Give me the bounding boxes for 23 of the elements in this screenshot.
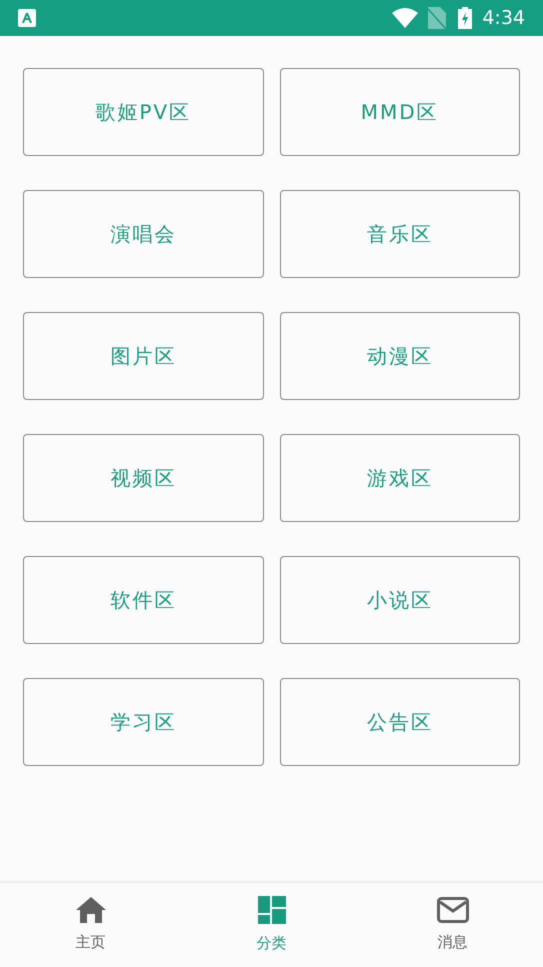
status-time: 4:34 [482,6,525,31]
category-button[interactable]: MMD区 [280,68,520,156]
category-button[interactable]: 软件区 [23,556,264,644]
category-button[interactable]: 图片区 [23,312,264,400]
no-sim-icon [428,7,446,29]
nav-tab[interactable]: 主页 [0,883,181,967]
category-button[interactable]: 视频区 [23,434,264,522]
dashboard-icon [258,896,286,924]
category-button[interactable]: 公告区 [280,678,520,766]
nav-tab[interactable]: 分类 [181,883,362,967]
home-icon [76,896,106,923]
category-button[interactable]: 音乐区 [280,190,520,278]
category-button[interactable]: 歌姬PV区 [23,68,264,156]
category-button[interactable]: 学习区 [23,678,264,766]
battery-charging-icon [458,7,472,29]
category-button[interactable]: 小说区 [280,556,520,644]
app-notification-icon [18,9,36,27]
wifi-icon [392,8,418,28]
category-button[interactable]: 演唱会 [23,190,264,278]
category-button[interactable]: 游戏区 [280,434,520,522]
category-button[interactable]: 动漫区 [280,312,520,400]
nav-tab[interactable]: 消息 [362,883,543,967]
mail-icon [436,896,468,923]
